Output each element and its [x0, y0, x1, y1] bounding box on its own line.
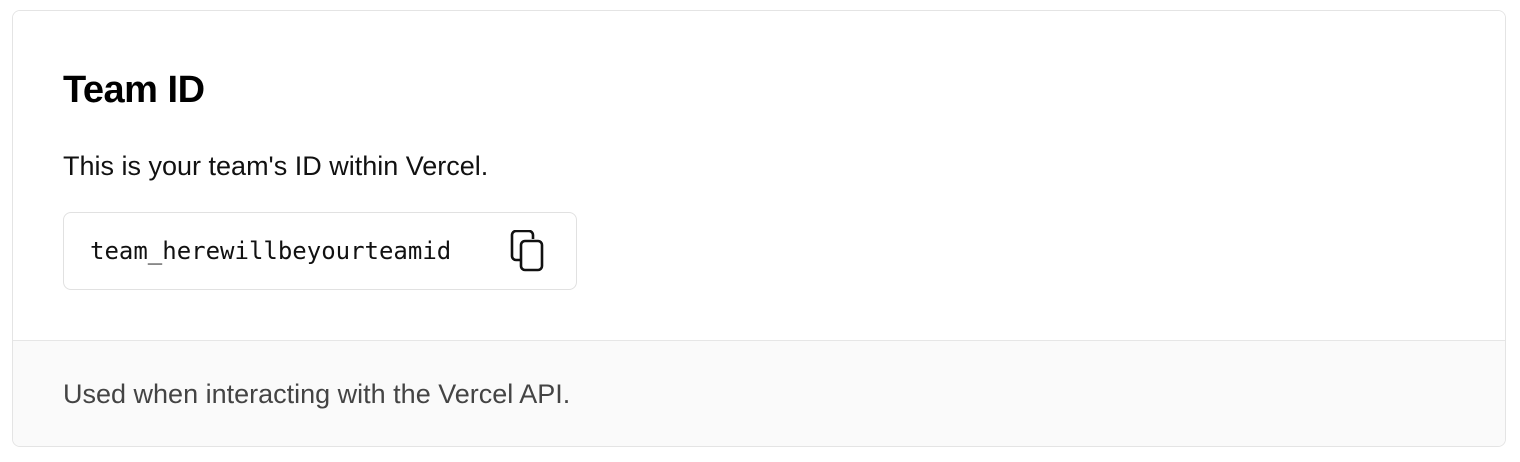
team-id-card: Team ID This is your team's ID within Ve… — [12, 10, 1506, 447]
team-id-value[interactable]: team_herewillbeyourteamid — [90, 235, 451, 267]
card-footer: Used when interacting with the Vercel AP… — [13, 340, 1505, 446]
copy-icon — [510, 230, 550, 272]
card-description: This is your team's ID within Vercel. — [63, 151, 489, 181]
copy-button[interactable] — [510, 230, 550, 272]
card-body: Team ID This is your team's ID within Ve… — [13, 11, 1505, 340]
card-title: Team ID — [63, 69, 205, 111]
team-id-field: team_herewillbeyourteamid — [63, 212, 577, 290]
footer-note: Used when interacting with the Vercel AP… — [63, 379, 571, 409]
